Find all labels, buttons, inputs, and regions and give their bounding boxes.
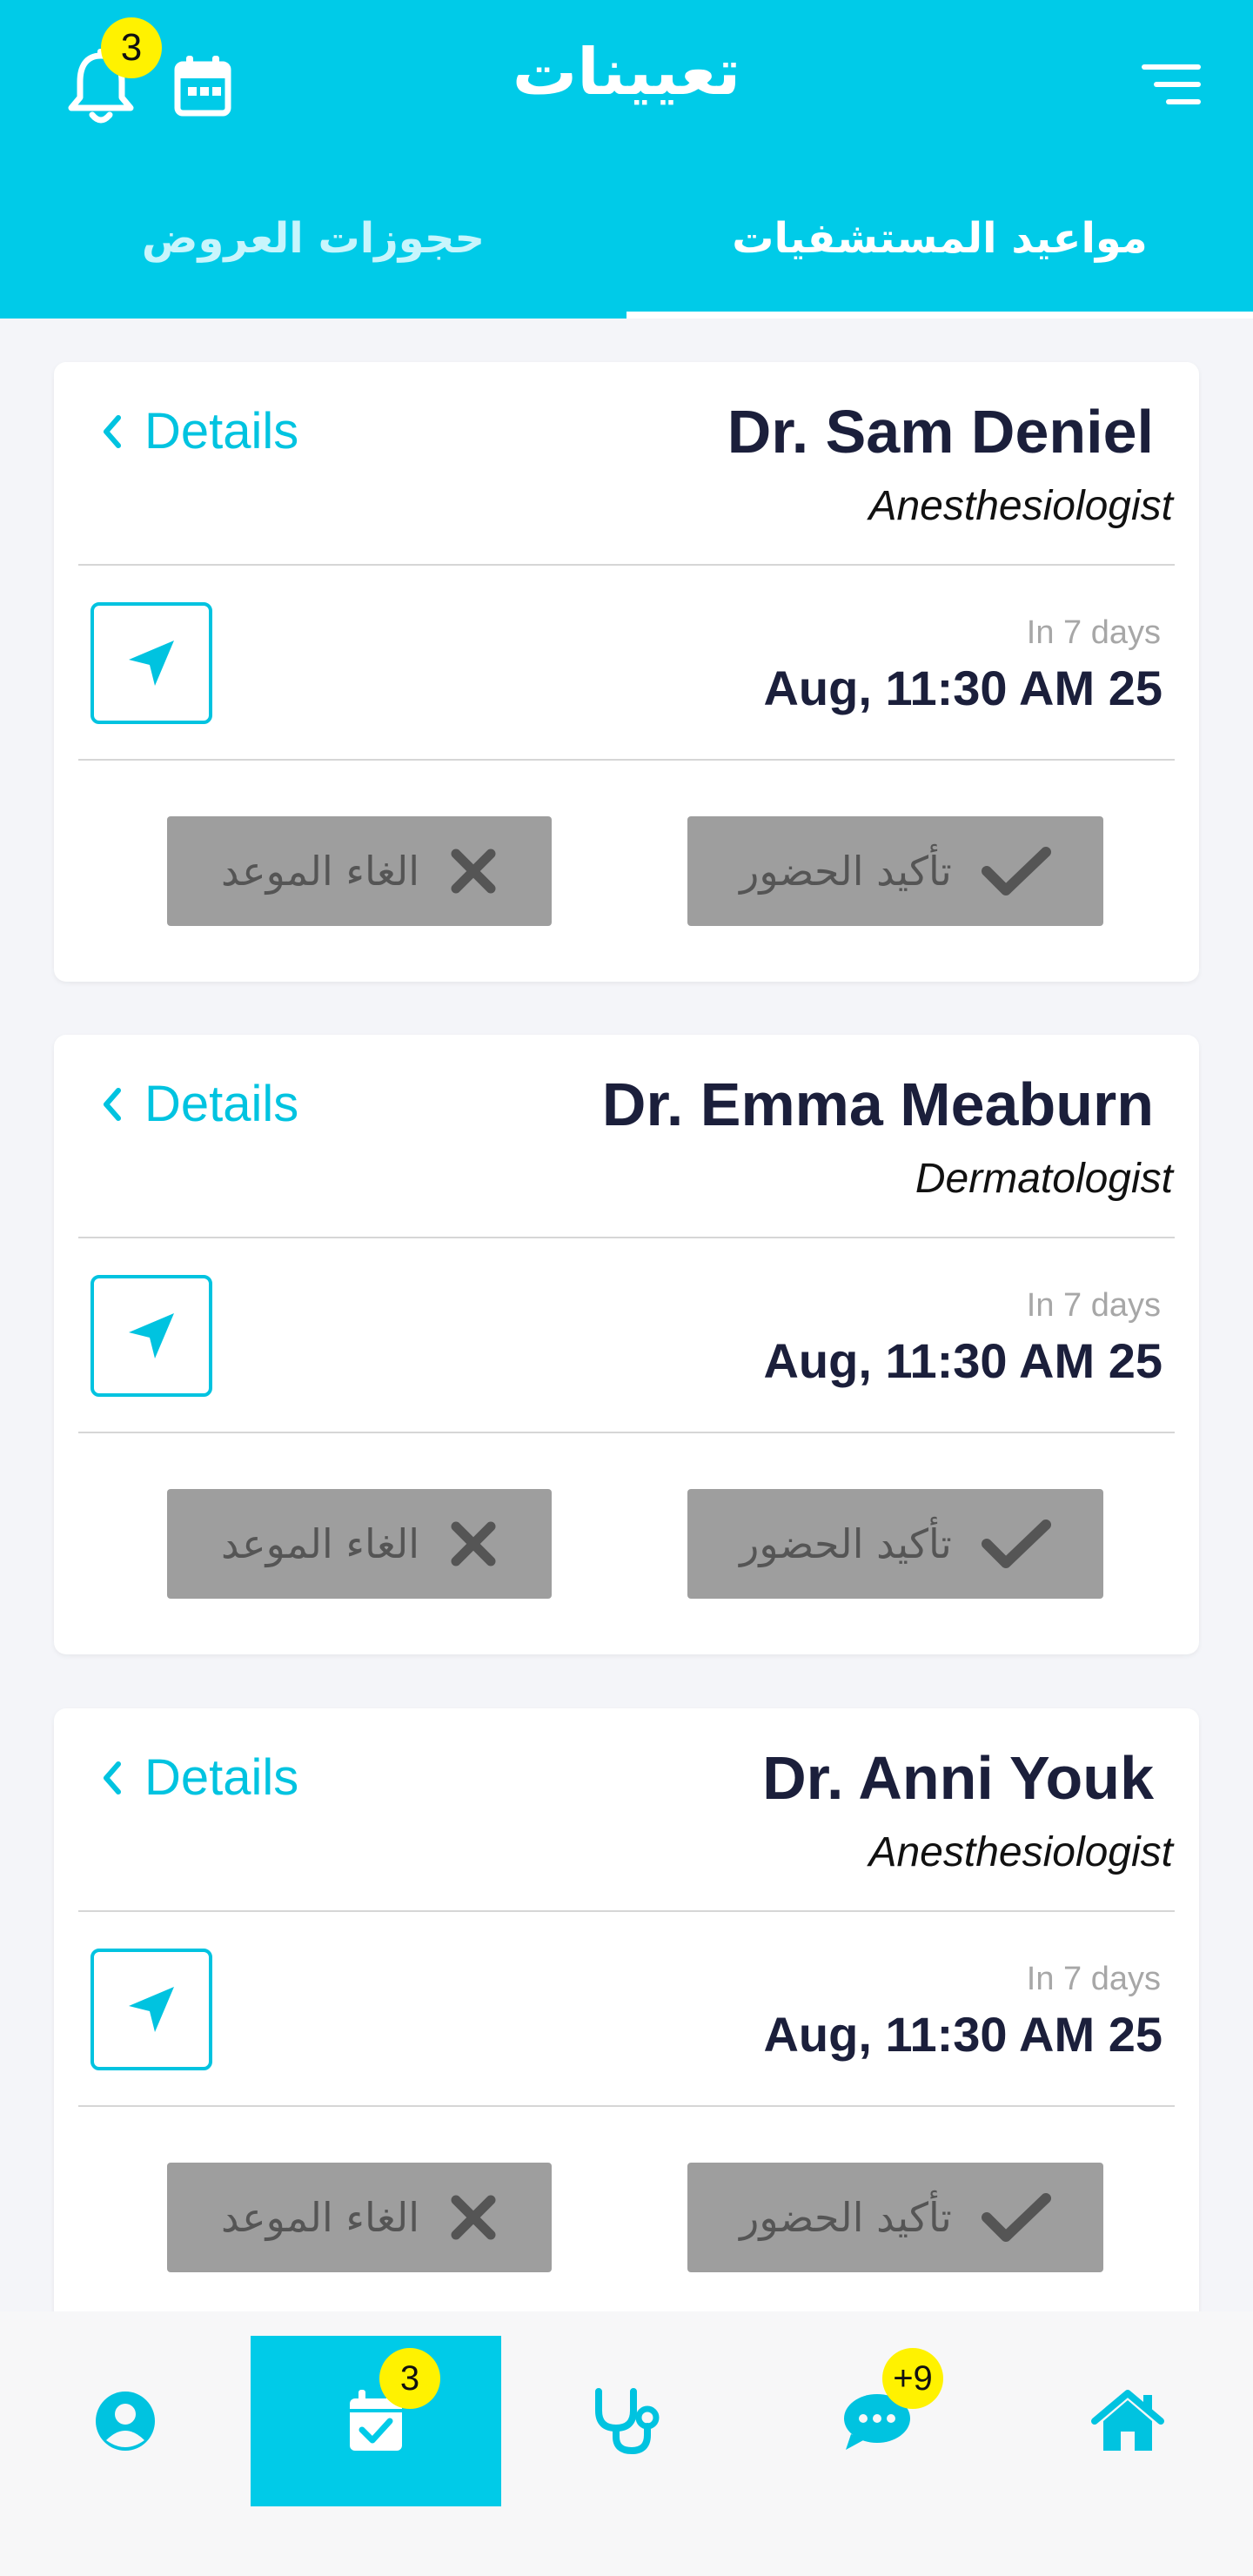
confirm-attendance-button[interactable]: تأكيد الحضور	[687, 816, 1103, 926]
details-link[interactable]: Details	[101, 1748, 298, 1807]
tab-offer-bookings[interactable]: حجوزات العروض	[0, 183, 626, 319]
tab-bar: مواعيد المستشفيات حجوزات العروض	[0, 183, 1253, 319]
cancel-appointment-button[interactable]: الغاء الموعد	[167, 1489, 552, 1599]
directions-button[interactable]	[90, 602, 212, 724]
doctor-specialty: Anesthesiologist	[868, 1829, 1173, 1875]
doctor-name: Dr. Anni Youk	[762, 1744, 1154, 1812]
check-icon	[981, 2193, 1051, 2242]
relative-time: In 7 days	[1026, 614, 1161, 651]
close-icon	[451, 849, 496, 894]
confirm-attendance-button[interactable]: تأكيد الحضور	[687, 1489, 1103, 1599]
details-label: Details	[144, 1749, 299, 1806]
cancel-label: الغاء الموعد	[220, 848, 419, 895]
doctor-name: Dr. Sam Deniel	[727, 398, 1154, 466]
home-icon	[1091, 2390, 1164, 2451]
chevron-left-icon	[104, 1761, 121, 1794]
divider	[78, 1910, 1175, 1912]
appointments-badge: 3	[379, 2348, 440, 2409]
directions-button[interactable]	[90, 1949, 212, 2070]
directions-button[interactable]	[90, 1275, 212, 1397]
chevron-left-icon	[104, 1087, 121, 1121]
navigation-arrow-icon	[129, 641, 174, 686]
confirm-attendance-button[interactable]: تأكيد الحضور	[687, 2163, 1103, 2272]
navigation-arrow-icon	[129, 1313, 174, 1358]
appointment-card: Details Dr. Anni Youk Anesthesiologist I…	[54, 1708, 1199, 2328]
stethoscope-icon	[595, 2388, 660, 2454]
doctor-specialty: Anesthesiologist	[868, 483, 1173, 529]
details-label: Details	[144, 403, 299, 460]
confirm-label: تأكيد الحضور	[740, 1520, 952, 1567]
appointment-card: Details Dr. Sam Deniel Anesthesiologist …	[54, 362, 1199, 982]
cancel-label: الغاء الموعد	[220, 2194, 419, 2241]
cancel-appointment-button[interactable]: الغاء الموعد	[167, 2163, 552, 2272]
divider	[78, 2105, 1175, 2107]
appointment-card: Details Dr. Emma Meaburn Dermatologist I…	[54, 1035, 1199, 1654]
nav-profile[interactable]	[0, 2336, 251, 2506]
nav-messages[interactable]: +9	[752, 2336, 1002, 2506]
cancel-label: الغاء الموعد	[220, 1520, 419, 1567]
nav-appointments[interactable]: 3	[251, 2336, 501, 2506]
cancel-appointment-button[interactable]: الغاء الموعد	[167, 816, 552, 926]
close-icon	[451, 1521, 496, 1566]
navigation-arrow-icon	[129, 1987, 174, 2032]
relative-time: In 7 days	[1026, 1961, 1161, 1997]
messages-badge: +9	[882, 2348, 943, 2409]
divider	[78, 759, 1175, 761]
chevron-left-icon	[104, 414, 121, 448]
tab-hospital-appointments[interactable]: مواعيد المستشفيات	[626, 183, 1253, 319]
appointment-datetime: Aug, 11:30 AM 25	[763, 661, 1163, 715]
menu-icon[interactable]	[1142, 63, 1201, 106]
divider	[78, 564, 1175, 566]
divider	[78, 1432, 1175, 1433]
details-link[interactable]: Details	[101, 1075, 298, 1133]
appointment-datetime: Aug, 11:30 AM 25	[763, 1333, 1163, 1388]
details-link[interactable]: Details	[101, 402, 298, 460]
doctor-name: Dr. Emma Meaburn	[601, 1070, 1154, 1138]
nav-doctors[interactable]	[501, 2336, 752, 2506]
active-tab-indicator	[626, 312, 1253, 319]
app-header: 3 تعيينات مواعيد المستشفيات حجوزات العرو…	[0, 0, 1253, 319]
bottom-navigation: 3 +9	[0, 2311, 1253, 2576]
details-label: Details	[144, 1076, 299, 1132]
check-icon	[981, 1519, 1051, 1568]
confirm-label: تأكيد الحضور	[740, 848, 952, 895]
doctor-specialty: Dermatologist	[915, 1156, 1173, 1202]
profile-icon	[96, 2392, 155, 2451]
appointment-datetime: Aug, 11:30 AM 25	[763, 2007, 1163, 2062]
divider	[78, 1237, 1175, 1238]
relative-time: In 7 days	[1026, 1287, 1161, 1324]
confirm-label: تأكيد الحضور	[740, 2194, 952, 2241]
close-icon	[451, 2195, 496, 2240]
nav-home[interactable]	[1002, 2336, 1253, 2506]
page-title: تعيينات	[512, 35, 741, 110]
check-icon	[981, 847, 1051, 896]
